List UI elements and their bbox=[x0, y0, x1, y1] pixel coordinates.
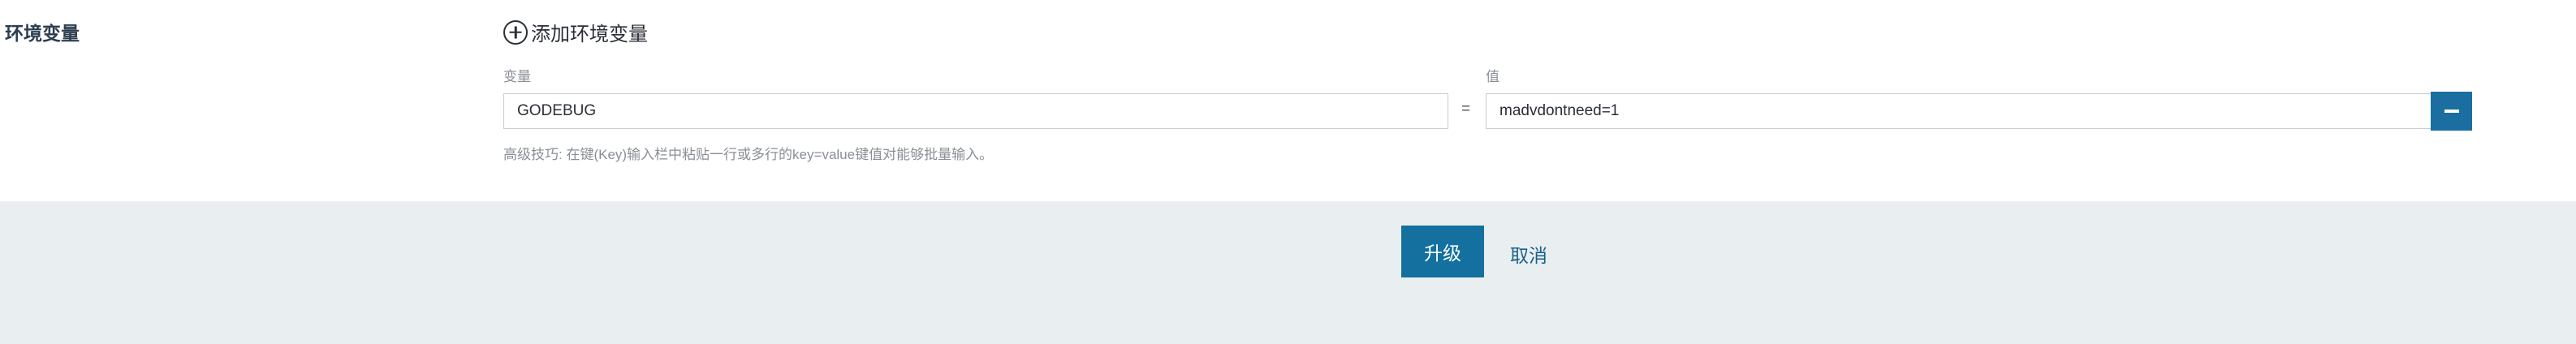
equals-separator: = bbox=[1461, 101, 1471, 118]
upgrade-button[interactable]: 升级 bbox=[1401, 226, 1484, 277]
cancel-button[interactable]: 取消 bbox=[1510, 240, 1547, 268]
env-var-section: 环境变量 添加环境变量 变量 值 = 高级技巧: 在键(Key)输入栏中粘贴一行… bbox=[0, 0, 2576, 201]
env-var-page: 环境变量 添加环境变量 变量 值 = 高级技巧: 在键(Key)输入栏中粘贴一行… bbox=[0, 0, 2576, 344]
section-title: 环境变量 bbox=[5, 23, 80, 44]
batch-input-hint: 高级技巧: 在键(Key)输入栏中粘贴一行或多行的key=value键值对能够批… bbox=[503, 147, 994, 162]
add-env-var-button[interactable]: 添加环境变量 bbox=[503, 18, 648, 46]
plus-circle-icon bbox=[503, 19, 528, 45]
footer-bar bbox=[0, 201, 2576, 344]
value-column-header: 值 bbox=[1486, 69, 1499, 84]
env-key-input[interactable] bbox=[503, 93, 1448, 129]
minus-icon bbox=[2444, 110, 2459, 113]
add-env-var-label: 添加环境变量 bbox=[531, 24, 648, 45]
env-value-input[interactable] bbox=[1486, 93, 2432, 129]
key-column-header: 变量 bbox=[503, 69, 531, 84]
remove-env-var-button[interactable] bbox=[2431, 92, 2472, 131]
